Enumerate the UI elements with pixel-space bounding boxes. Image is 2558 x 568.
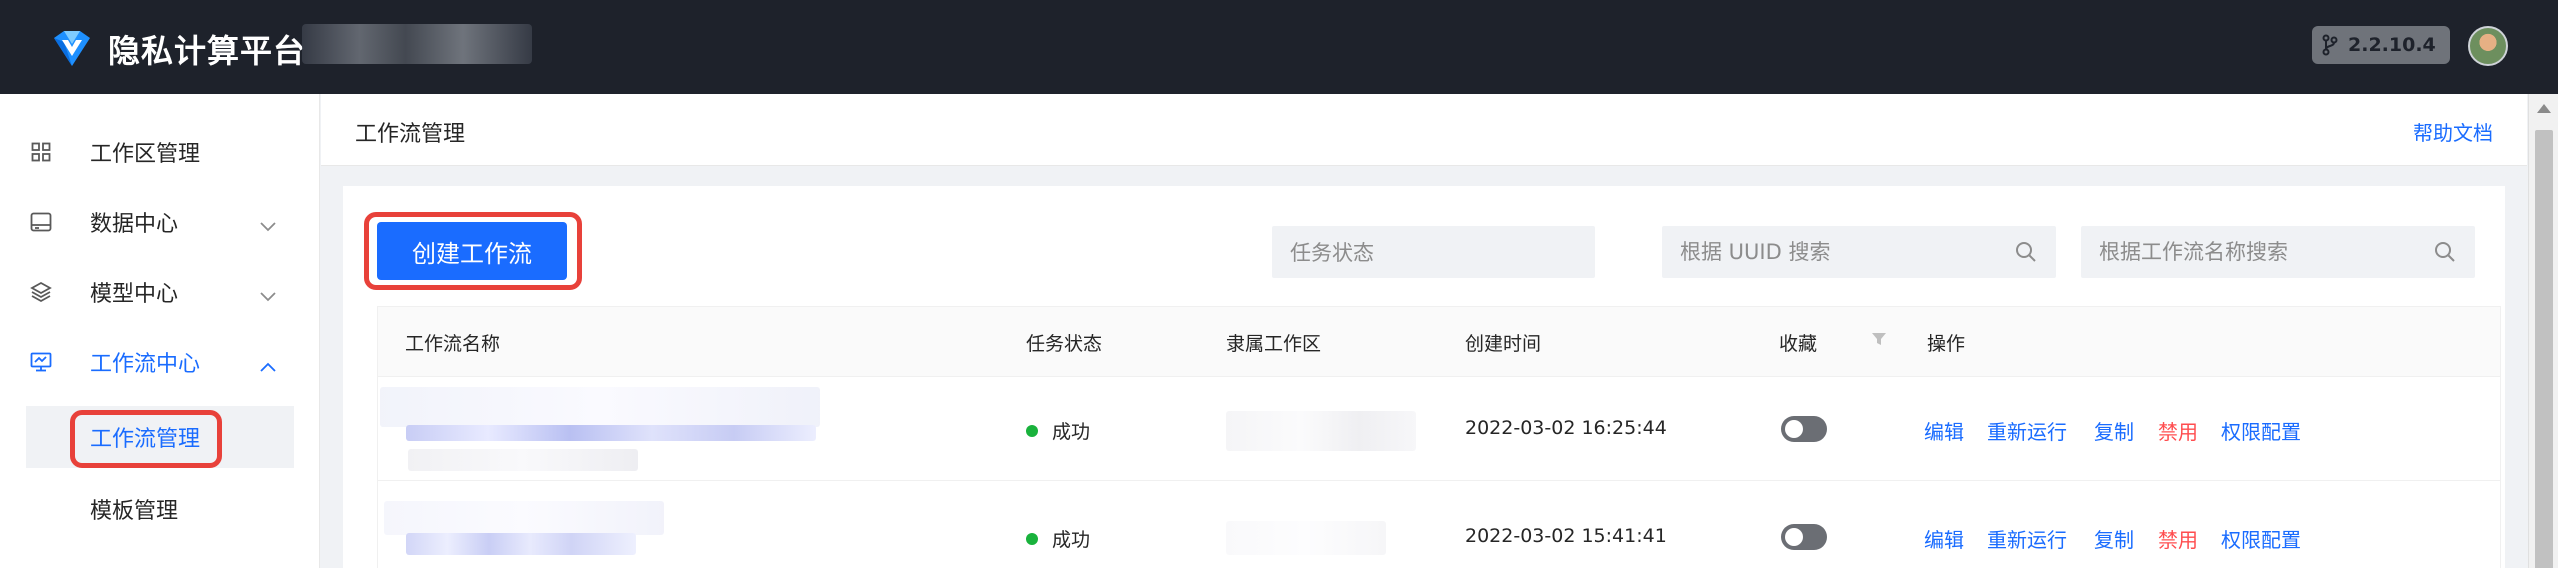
filter-funnel-icon[interactable] (1871, 331, 1887, 351)
sidebar-subitem-template-management[interactable]: 模板管理 (26, 478, 294, 540)
branch-icon (2322, 34, 2338, 56)
status-filter-placeholder: 任务状态 (1290, 241, 1374, 265)
sidebar: 工作区管理 数据中心 模型中心 工作流中心 工作流管理 模板管理 (0, 94, 320, 568)
disable-action[interactable]: 禁用 (2158, 524, 2198, 553)
page-header: 工作流管理 帮助文档 (321, 94, 2527, 166)
create-workflow-button[interactable]: 创建工作流 (377, 222, 567, 280)
chevron-down-icon (260, 283, 276, 308)
name-search-field[interactable] (2081, 226, 2475, 278)
column-header-workspace: 隶属工作区 (1226, 333, 1322, 355)
favorite-toggle[interactable] (1781, 416, 1827, 442)
blurred-workflow-name[interactable] (406, 425, 816, 441)
sidebar-item-data-center[interactable]: 数据中心 (26, 193, 294, 251)
status-text: 成功 (1052, 529, 1091, 551)
diamond-logo-icon (54, 31, 90, 66)
page-title: 工作流管理 (355, 122, 466, 147)
sidebar-subitem-label: 模板管理 (90, 499, 179, 524)
top-bar: 隐私计算平台 2.2.10.4 (0, 0, 2558, 94)
blurred-workflow-name[interactable] (406, 533, 636, 555)
disable-action[interactable]: 禁用 (2158, 416, 2198, 445)
sidebar-subitem-label: 工作流管理 (90, 427, 201, 452)
sidebar-item-label: 模型中心 (90, 282, 179, 307)
grid-icon (26, 137, 56, 167)
success-dot-icon (1026, 532, 1038, 545)
column-header-favorite: 收藏 (1779, 333, 1818, 355)
column-header-name: 工作流名称 (405, 333, 501, 355)
permission-action[interactable]: 权限配置 (2221, 416, 2301, 445)
table-header: 工作流名称 任务状态 隶属工作区 创建时间 收藏 操作 (378, 307, 2500, 377)
name-search-input[interactable] (2099, 240, 2400, 264)
version-badge: 2.2.10.4 (2312, 26, 2450, 64)
status-cell: 成功 (1026, 525, 1090, 552)
copy-action[interactable]: 复制 (2094, 524, 2134, 553)
sidebar-item-label: 工作区管理 (90, 142, 201, 167)
table-row: 成功 2022-03-02 16:25:44 编辑 重新运行 复制 禁用 权限配… (378, 377, 2500, 481)
copy-action[interactable]: 复制 (2094, 416, 2134, 445)
blurred-workspace (1226, 411, 1416, 451)
logo[interactable]: 隐私计算平台 (50, 26, 306, 72)
chevron-up-icon (260, 353, 276, 378)
table-row: 成功 2022-03-02 15:41:41 编辑 重新运行 复制 禁用 权限配… (378, 481, 2500, 568)
sidebar-item-workflow-center[interactable]: 工作流中心 (26, 333, 294, 391)
app-title: 隐私计算平台 (108, 32, 307, 70)
status-filter-select[interactable]: 任务状态 (1272, 226, 1595, 278)
created-time: 2022-03-02 15:41:41 (1465, 525, 1667, 547)
chevron-down-icon (260, 213, 276, 238)
sidebar-subitem-workflow-management[interactable]: 工作流管理 (26, 406, 294, 468)
edit-action[interactable]: 编辑 (1924, 524, 1964, 553)
search-icon[interactable] (2433, 240, 2457, 269)
rerun-action[interactable]: 重新运行 (1987, 524, 2067, 553)
status-cell: 成功 (1026, 417, 1090, 444)
monitor-icon (26, 347, 56, 377)
main-area: 工作流管理 帮助文档 创建工作流 任务状态 工作流名称 任务状态 隶属工作区 创… (321, 94, 2527, 568)
sidebar-item-model-center[interactable]: 模型中心 (26, 263, 294, 321)
blurred-workflow-name (408, 449, 638, 471)
edit-action[interactable]: 编辑 (1924, 416, 1964, 445)
permission-action[interactable]: 权限配置 (2221, 524, 2301, 553)
database-icon (26, 207, 56, 237)
help-docs-link[interactable]: 帮助文档 (2413, 117, 2493, 146)
toggle-knob (1785, 420, 1803, 438)
search-icon[interactable] (2014, 240, 2038, 269)
uuid-search-input[interactable] (1680, 240, 1981, 264)
column-header-actions: 操作 (1927, 333, 1966, 355)
sidebar-item-label: 工作流中心 (90, 352, 201, 377)
blurred-workflow-name[interactable] (380, 387, 820, 427)
uuid-search-field[interactable] (1662, 226, 2056, 278)
blurred-workflow-name (384, 501, 664, 535)
scroll-thumb[interactable] (2535, 130, 2553, 568)
avatar[interactable] (2468, 26, 2508, 66)
scroll-up-arrow-icon[interactable] (2537, 104, 2551, 113)
favorite-toggle[interactable] (1781, 524, 1827, 550)
version-text: 2.2.10.4 (2348, 34, 2436, 56)
success-dot-icon (1026, 424, 1038, 437)
rerun-action[interactable]: 重新运行 (1987, 416, 2067, 445)
vertical-scrollbar[interactable] (2528, 94, 2558, 568)
column-header-created: 创建时间 (1465, 333, 1542, 355)
layers-icon (26, 277, 56, 307)
status-text: 成功 (1052, 421, 1091, 443)
created-time: 2022-03-02 16:25:44 (1465, 417, 1667, 439)
blurred-username (302, 24, 532, 64)
blurred-workspace (1226, 521, 1386, 555)
sidebar-item-label: 数据中心 (90, 212, 179, 237)
sidebar-item-workspace[interactable]: 工作区管理 (26, 123, 294, 181)
workflow-table: 工作流名称 任务状态 隶属工作区 创建时间 收藏 操作 成功 2022-03-0… (377, 306, 2501, 568)
column-header-status[interactable]: 任务状态 (1026, 329, 1102, 356)
toggle-knob (1785, 528, 1803, 546)
